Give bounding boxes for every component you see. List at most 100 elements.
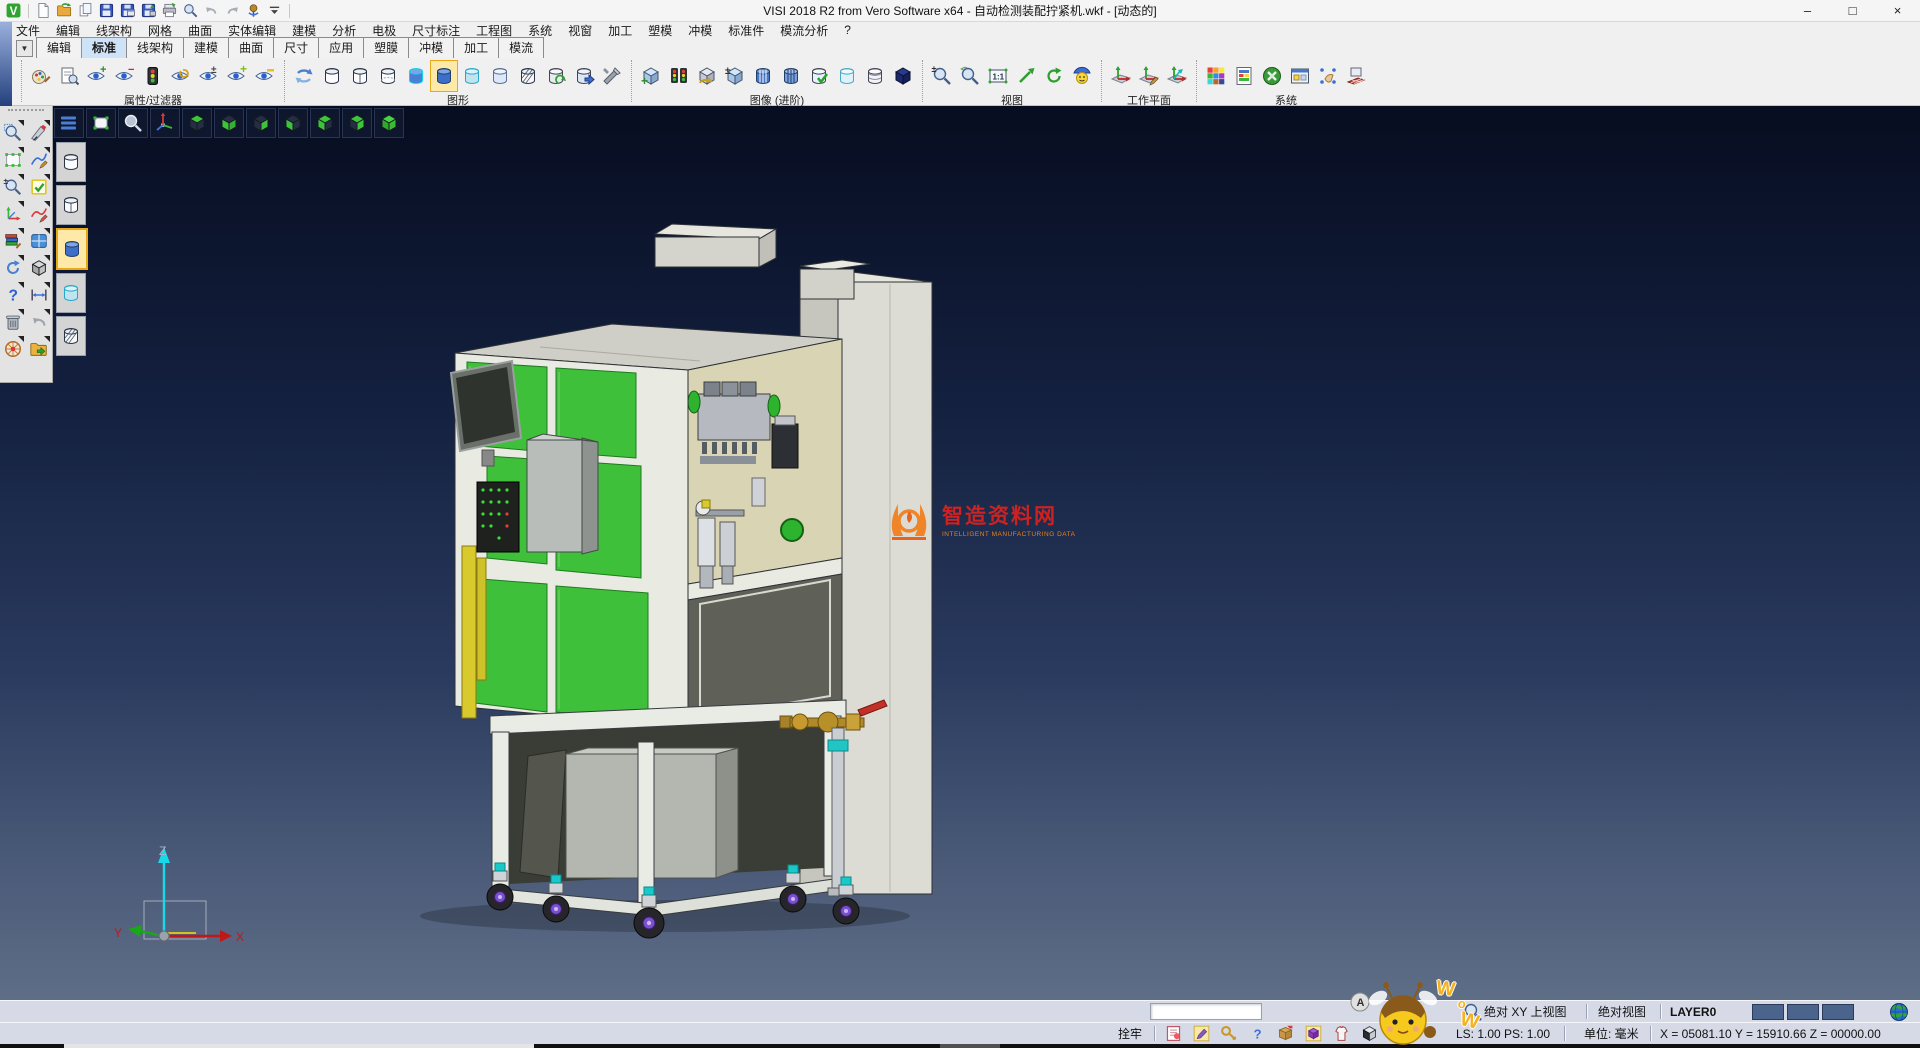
window-settings-icon[interactable] — [1286, 60, 1314, 92]
layer-indicator[interactable]: LAYER0 — [1670, 1001, 1716, 1022]
cube-right-icon[interactable] — [342, 108, 372, 138]
grid-settings-icon[interactable] — [1342, 60, 1370, 92]
cyl-striped-alt-icon[interactable] — [777, 60, 805, 92]
panel-drag-handle[interactable] — [8, 109, 44, 117]
lock-label[interactable]: 拴牢 — [1118, 1023, 1142, 1044]
page-preview-icon[interactable] — [55, 60, 83, 92]
visi-logo-icon[interactable]: V — [4, 2, 23, 19]
zoom-actual-icon[interactable]: 1:1 — [984, 60, 1012, 92]
refresh-blue-icon[interactable] — [1, 254, 25, 281]
zoom-all-icon[interactable] — [956, 60, 984, 92]
compass-tool-icon[interactable] — [1, 335, 25, 362]
save-sync-icon[interactable] — [139, 2, 158, 19]
ribbon-tab-7[interactable]: 塑膜 — [363, 37, 409, 58]
menu-item-7[interactable]: 分析 — [324, 22, 364, 39]
ribbon-tab-5[interactable]: 尺寸 — [273, 37, 319, 58]
status-block-2[interactable] — [1822, 1004, 1854, 1020]
cyl-wire-hidden-icon[interactable] — [374, 60, 402, 92]
key-icon[interactable] — [1216, 1024, 1242, 1044]
tab-dropdown-button[interactable]: ▼ — [16, 40, 33, 57]
view-smiley-icon[interactable] — [1068, 60, 1096, 92]
viewport-3d[interactable]: Z X Y 智造资料网 INTELLIGENT MANUFACTURING DA… — [0, 106, 1920, 1000]
render-tools-icon[interactable] — [598, 60, 626, 92]
chevron-more-icon[interactable] — [265, 2, 284, 19]
undo-icon[interactable] — [202, 2, 221, 19]
menu-item-0[interactable]: 文件 — [8, 22, 48, 39]
zoom-plusminus-icon[interactable]: ± — [1, 173, 25, 200]
color-palette-icon[interactable] — [1202, 60, 1230, 92]
zoom-search-icon[interactable] — [181, 2, 200, 19]
minimize-button[interactable]: – — [1785, 0, 1830, 21]
folder-export-icon[interactable] — [27, 335, 51, 362]
eye-refresh-icon[interactable] — [167, 60, 195, 92]
status-block-1[interactable] — [1787, 1004, 1819, 1020]
knife-icon[interactable] — [27, 119, 51, 146]
menu-item-18[interactable]: ? — [836, 23, 859, 37]
doc-settings-icon[interactable] — [1230, 60, 1258, 92]
globe-icon[interactable] — [1888, 1001, 1910, 1022]
view-arrow-icon[interactable] — [1012, 60, 1040, 92]
part-display-icon[interactable] — [1300, 1024, 1326, 1044]
redo-icon[interactable] — [223, 2, 242, 19]
menu-item-12[interactable]: 视窗 — [560, 22, 600, 39]
cube-front-icon[interactable] — [278, 108, 308, 138]
menu-item-15[interactable]: 冲模 — [680, 22, 720, 39]
zoom-window-icon[interactable]: ± — [928, 60, 956, 92]
select-bounds-icon[interactable] — [1, 146, 25, 173]
cyl-striped-icon[interactable] — [749, 60, 777, 92]
snap-settings-icon[interactable] — [1314, 60, 1342, 92]
tile-window-icon[interactable] — [27, 227, 51, 254]
view-refresh-icon[interactable] — [1040, 60, 1068, 92]
ribbon-tab-10[interactable]: 模流 — [498, 37, 544, 58]
help-status-icon[interactable]: ? — [1244, 1024, 1270, 1044]
traffic-pair-icon[interactable] — [665, 60, 693, 92]
cyl-wire-iso-icon[interactable] — [56, 142, 86, 182]
ribbon-tab-9[interactable]: 加工 — [453, 37, 499, 58]
cyl-wrap-icon[interactable] — [861, 60, 889, 92]
open-folder-icon[interactable] — [55, 2, 74, 19]
cube-top-icon[interactable] — [182, 108, 212, 138]
menu-item-13[interactable]: 加工 — [600, 22, 640, 39]
cube-back-icon[interactable] — [246, 108, 276, 138]
cyl-shaded-icon[interactable] — [430, 60, 458, 92]
menu-item-11[interactable]: 系统 — [520, 22, 560, 39]
trash-icon[interactable] — [1, 308, 25, 335]
ribbon-tab-4[interactable]: 曲面 — [228, 37, 274, 58]
cube-gray-icon[interactable] — [27, 254, 51, 281]
hamburger-icon[interactable] — [54, 108, 84, 138]
view-mode-label[interactable]: 绝对视图 — [1598, 1001, 1646, 1022]
cubes-add-icon[interactable]: + — [637, 60, 665, 92]
menu-item-4[interactable]: 曲面 — [180, 22, 220, 39]
menu-item-17[interactable]: 模流分析 — [772, 22, 836, 39]
books-palette-icon[interactable] — [1, 227, 25, 254]
check-box-icon[interactable] — [27, 173, 51, 200]
zoom-select-icon[interactable] — [1, 119, 25, 146]
cyl-translucent-icon[interactable] — [458, 60, 486, 92]
new-file-icon[interactable] — [34, 2, 53, 19]
cyl-shaded-icon[interactable] — [56, 228, 88, 270]
status-block-0[interactable] — [1752, 1004, 1784, 1020]
system-tools-icon[interactable] — [1258, 60, 1286, 92]
cube-iso-icon[interactable] — [374, 108, 404, 138]
axis-move-icon[interactable] — [1, 200, 25, 227]
menu-item-2[interactable]: 线架构 — [88, 22, 140, 39]
package-export-icon[interactable] — [1272, 1024, 1298, 1044]
zoom-search-dark-icon[interactable] — [118, 108, 148, 138]
cyl-wire-iso-icon[interactable] — [318, 60, 346, 92]
status-input-field[interactable] — [1150, 1001, 1262, 1022]
eye-add-icon[interactable]: + — [83, 60, 111, 92]
cyl-translucent-icon[interactable] — [56, 273, 86, 313]
cyl-export-icon[interactable] — [570, 60, 598, 92]
select-rect-icon[interactable] — [86, 108, 116, 138]
cube-left-icon[interactable] — [310, 108, 340, 138]
ribbon-tab-0[interactable]: 编辑 — [36, 37, 82, 58]
menu-item-10[interactable]: 工程图 — [468, 22, 520, 39]
menu-item-3[interactable]: 网格 — [140, 22, 180, 39]
status-color-blocks[interactable] — [1752, 1001, 1854, 1022]
wp-edit-icon[interactable] — [1135, 60, 1163, 92]
print-icon[interactable] — [160, 2, 179, 19]
cube-bottom-icon[interactable] — [214, 108, 244, 138]
axis-mini-icon[interactable] — [150, 108, 180, 138]
traffic-light-icon[interactable] — [139, 60, 167, 92]
cyl-flat-icon[interactable] — [486, 60, 514, 92]
